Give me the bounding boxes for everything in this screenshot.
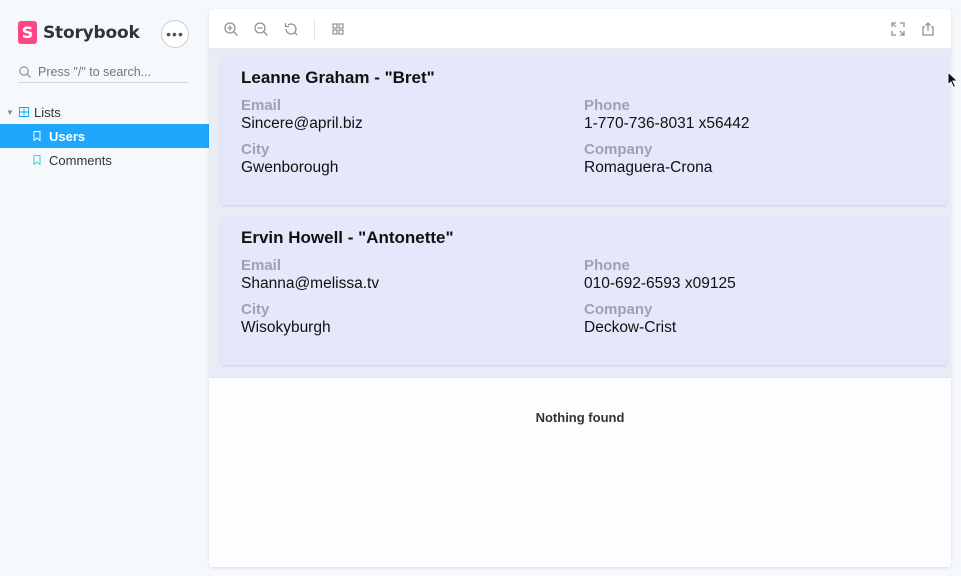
email-field: Email Shanna@melissa.tv [241, 257, 379, 293]
app-title: Storybook [43, 22, 140, 43]
toolbar-divider [314, 18, 315, 40]
phone-field: Phone 010-692-6593 x09125 [584, 257, 736, 293]
zoom-in-icon[interactable] [223, 21, 239, 37]
sidebar-item-users[interactable]: Users [0, 124, 209, 148]
fullscreen-icon[interactable] [890, 21, 906, 37]
mouse-cursor-icon [947, 71, 959, 89]
component-grid-icon [19, 107, 29, 117]
empty-state-text: Nothing found [535, 410, 625, 425]
field-value: Wisokyburgh [241, 319, 331, 336]
caret-down-icon: ▼ [6, 107, 14, 117]
field-label: City [241, 141, 270, 158]
field-value: Romaguera-Crona [584, 159, 713, 176]
sidebar-item-label: Comments [49, 152, 112, 168]
logo-letter: S [21, 23, 34, 42]
empty-state: Nothing found [209, 377, 951, 567]
field-label: Phone [584, 97, 630, 114]
bookmark-icon [33, 131, 41, 141]
field-label: City [241, 301, 270, 318]
grid-icon[interactable] [330, 21, 346, 37]
city-field: City Wisokyburgh [241, 301, 331, 337]
city-field: City Gwenborough [241, 141, 338, 177]
field-value: Sincere@april.biz [241, 115, 363, 132]
search-icon [19, 65, 31, 78]
share-icon[interactable] [920, 21, 936, 37]
field-label: Email [241, 97, 282, 114]
storybook-logo-icon: S [18, 21, 37, 44]
sidebar-item-label: Users [49, 128, 86, 144]
field-value: Shanna@melissa.tv [241, 275, 380, 292]
field-label: Email [241, 257, 282, 274]
field-value: 010-692-6593 x09125 [584, 275, 736, 292]
field-label: Company [584, 141, 653, 158]
zoom-reset-icon[interactable] [283, 21, 299, 37]
story-tree: ▼ Lists Users Comments [0, 100, 209, 172]
preview-panel: Leanne Graham - "Bret" Email Sincere@apr… [209, 9, 951, 567]
sidebar: S Storybook ••• ▼ Lists Users [0, 0, 209, 576]
phone-field: Phone 1-770-736-8031 x56442 [584, 97, 749, 133]
more-menu-button[interactable]: ••• [161, 20, 189, 48]
sidebar-item-comments[interactable]: Comments [0, 148, 209, 172]
field-value: 1-770-736-8031 x56442 [584, 115, 750, 132]
user-card: Ervin Howell - "Antonette" Email Shanna@… [221, 217, 947, 365]
brand[interactable]: S Storybook [18, 21, 140, 44]
email-field: Email Sincere@april.biz [241, 97, 363, 133]
company-field: Company Romaguera-Crona [584, 141, 712, 177]
toolbar [209, 9, 951, 49]
story-preview: Leanne Graham - "Bret" Email Sincere@apr… [209, 49, 951, 377]
field-label: Company [584, 301, 653, 318]
user-name: Ervin Howell - "Antonette" [241, 228, 454, 247]
field-label: Phone [584, 257, 630, 274]
company-field: Company Deckow-Crist [584, 301, 676, 337]
tree-group-label: Lists [34, 104, 61, 120]
user-name: Leanne Graham - "Bret" [241, 68, 435, 87]
bookmark-icon [33, 155, 41, 165]
tree-group-lists[interactable]: ▼ Lists [0, 100, 209, 124]
search-input[interactable] [38, 64, 178, 79]
user-card: Leanne Graham - "Bret" Email Sincere@apr… [221, 57, 947, 205]
zoom-out-icon[interactable] [253, 21, 269, 37]
field-value: Deckow-Crist [584, 319, 677, 336]
search-bar[interactable] [18, 61, 189, 83]
field-value: Gwenborough [241, 159, 339, 176]
